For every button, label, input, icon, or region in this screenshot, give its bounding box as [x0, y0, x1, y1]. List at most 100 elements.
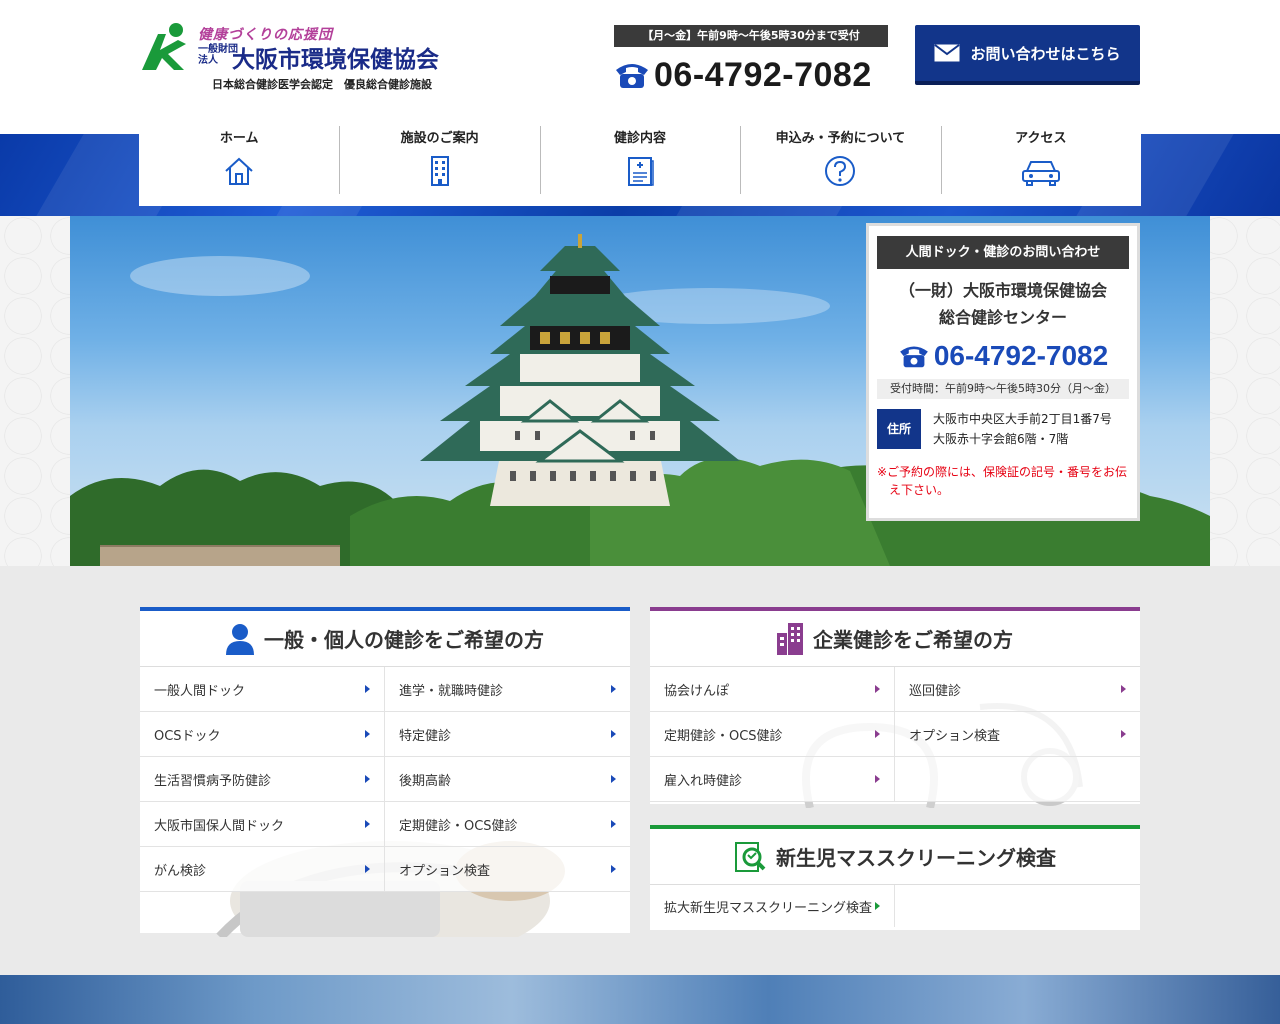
- nav-item-label: 申込み・予約について: [775, 131, 906, 146]
- menu-item-label: 特定健診: [399, 728, 452, 744]
- menu-item-label: 定期健診・OCS健診: [664, 728, 783, 744]
- newborn-screening-panel: 新生児マススクリーニング検査 拡大新生児マススクリーニング検査: [650, 825, 1140, 930]
- menu-item-label: OCSドック: [154, 728, 221, 744]
- address-line1: 大阪市中央区大手前2丁目1番7号: [933, 412, 1112, 426]
- phone-icon: [899, 346, 928, 368]
- menu-item-lifestyle[interactable]: 生活習慣病予防健診: [140, 757, 385, 802]
- contact-info-box: 人間ドック・健診のお問い合わせ （一財）大阪市環境保健協会 総合健診センター 0…: [866, 223, 1140, 521]
- home-icon: [225, 157, 253, 185]
- info-box-org-line2: 総合健診センター: [938, 308, 1067, 327]
- arrow-right-icon: [365, 730, 370, 738]
- arrow-right-icon: [365, 775, 370, 783]
- info-box-org: （一財）大阪市環境保健協会 総合健診センター: [877, 277, 1129, 331]
- menu-item-regular-ocs[interactable]: 定期健診・OCS健診: [650, 712, 895, 757]
- menu-item-options[interactable]: オプション検査: [895, 712, 1140, 757]
- menu-item-school-job[interactable]: 進学・就職時健診: [385, 667, 630, 712]
- menu-item-label: 大阪市国保人間ドック: [154, 818, 285, 834]
- panel-title: 一般・個人の健診をご希望の方: [264, 628, 544, 652]
- hours-badge: 【月～金】午前9時～午後5時30分まで受付: [614, 25, 888, 47]
- menu-item-hiring-checkup[interactable]: 雇入れ時健診: [650, 757, 895, 802]
- individual-checkup-panel: 一般・個人の健診をご希望の方 一般人間ドック 進学・就職時健診 OCSドック 特…: [140, 607, 630, 937]
- header-phone[interactable]: 06-4792-7082: [614, 54, 872, 96]
- building-icon: [430, 156, 449, 186]
- menu-item-label: がん検診: [154, 863, 207, 879]
- panel-title: 企業健診をご希望の方: [813, 628, 1013, 652]
- panel-header: 新生児マススクリーニング検査: [650, 829, 1140, 885]
- address-text: 大阪市中央区大手前2丁目1番7号 大阪赤十字会館6階・7階: [921, 409, 1112, 449]
- menu-item-label: 巡回健診: [909, 683, 962, 699]
- arrow-right-icon: [365, 685, 370, 693]
- arrow-right-icon: [611, 685, 616, 693]
- main-nav: ホーム 施設のご案内 健診内容 申込み・予約について アクセス: [139, 126, 1141, 206]
- office-building-icon: [777, 622, 803, 655]
- contact-button[interactable]: お問い合わせはこちら: [915, 25, 1140, 85]
- menu-item-mobile-checkup[interactable]: 巡回健診: [895, 667, 1140, 712]
- nav-item-label: アクセス: [1015, 131, 1067, 146]
- menu-item-regular-ocs[interactable]: 定期健診・OCS健診: [385, 802, 630, 847]
- arrow-right-icon: [611, 730, 616, 738]
- info-box-phone-number: 06-4792-7082: [933, 340, 1109, 371]
- arrow-right-icon: [1121, 685, 1126, 693]
- arrow-right-icon: [611, 820, 616, 828]
- info-box-address: 住所 大阪市中央区大手前2丁目1番7号 大阪赤十字会館6階・7階: [877, 409, 1129, 449]
- menu-item-label: 一般人間ドック: [154, 683, 246, 699]
- menu-item-label: 雇入れ時健診: [664, 773, 743, 789]
- arrow-right-icon: [611, 775, 616, 783]
- reservation-note: ※ご予約の際には、保険証の記号・番号をお伝え下さい。: [877, 465, 1128, 497]
- car-icon: [1021, 161, 1060, 186]
- nav-item-reservation[interactable]: 申込み・予約について: [740, 126, 940, 206]
- info-box-title: 人間ドック・健診のお問い合わせ: [877, 236, 1129, 269]
- site-header: 健康づくりの応援団 一般財団法人 大阪市環境保健協会 日本総合健診医学会認定 優…: [0, 0, 1280, 134]
- menu-item-kokuho-dock[interactable]: 大阪市国保人間ドック: [140, 802, 385, 847]
- menu-item-ningen-dock[interactable]: 一般人間ドック: [140, 667, 385, 712]
- menu-item-label: 生活習慣病予防健診: [154, 773, 272, 789]
- info-box-hours: 受付時間：午前9時～午後5時30分（月～金）: [877, 379, 1129, 399]
- phone-icon: [616, 64, 648, 88]
- arrow-right-icon: [1121, 730, 1126, 738]
- menu-item-label: 進学・就職時健診: [399, 683, 504, 699]
- menu-item-label: オプション検査: [909, 728, 1001, 744]
- menu-item-late-elderly[interactable]: 後期高齢: [385, 757, 630, 802]
- arrow-right-icon: [875, 902, 880, 910]
- footer-photo-strip: [0, 975, 1280, 1024]
- person-icon: [226, 623, 254, 655]
- arrow-right-icon: [875, 730, 880, 738]
- question-icon: [825, 156, 856, 186]
- header-phone-number: 06-4792-7082: [654, 55, 872, 94]
- nav-item-access[interactable]: アクセス: [940, 126, 1141, 206]
- menu-item-label: オプション検査: [399, 863, 491, 879]
- menu-item-ocs-dock[interactable]: OCSドック: [140, 712, 385, 757]
- nav-item-facilities[interactable]: 施設のご案内: [339, 126, 539, 206]
- logo-org-name: 大阪市環境保健協会: [232, 47, 439, 73]
- nav-item-checkups[interactable]: 健診内容: [539, 126, 740, 206]
- arrow-right-icon: [611, 865, 616, 873]
- menu-item-label: 拡大新生児マススクリーニング検査: [664, 900, 873, 916]
- menu-empty-cell: [895, 757, 1140, 802]
- panel-title: 新生児マススクリーニング検査: [776, 846, 1056, 870]
- nav-item-home[interactable]: ホーム: [139, 126, 339, 206]
- menu-item-options[interactable]: オプション検査: [385, 847, 630, 892]
- address-tag: 住所: [877, 409, 921, 449]
- panel-header: 一般・個人の健診をご希望の方: [140, 611, 630, 667]
- magnifier-document-icon: [735, 841, 766, 872]
- logo-mark-icon: [142, 23, 186, 70]
- individual-menu-grid: 一般人間ドック 進学・就職時健診 OCSドック 特定健診 生活習慣病予防健診 後…: [140, 667, 630, 892]
- menu-item-extended-newborn-screening[interactable]: 拡大新生児マススクリーニング検査: [650, 885, 895, 927]
- newborn-menu-grid: 拡大新生児マススクリーニング検査: [650, 885, 1140, 927]
- nav-item-label: 健診内容: [614, 131, 667, 146]
- contact-button-label: お問い合わせはこちら: [970, 44, 1121, 63]
- arrow-right-icon: [365, 865, 370, 873]
- address-line2: 大阪赤十字会館6階・7階: [933, 432, 1069, 446]
- nav-item-label: ホーム: [219, 131, 259, 146]
- clipboard-icon: [628, 157, 654, 186]
- mail-icon: [934, 44, 961, 62]
- menu-empty-cell: [895, 885, 1140, 927]
- logo-certification: 日本総合健診医学会認定 優良総合健診施設: [212, 78, 432, 91]
- menu-item-kyokai-kenpo[interactable]: 協会けんぽ: [650, 667, 895, 712]
- corporate-menu-grid: 協会けんぽ 巡回健診 定期健診・OCS健診 オプション検査 雇入れ時健診: [650, 667, 1140, 802]
- menu-item-specific-checkup[interactable]: 特定健診: [385, 712, 630, 757]
- menu-item-cancer[interactable]: がん検診: [140, 847, 385, 892]
- site-logo[interactable]: 健康づくりの応援団 一般財団法人 大阪市環境保健協会 日本総合健診医学会認定 優…: [140, 20, 470, 100]
- menu-item-label: 協会けんぽ: [664, 683, 730, 699]
- info-box-phone[interactable]: 06-4792-7082: [877, 337, 1129, 375]
